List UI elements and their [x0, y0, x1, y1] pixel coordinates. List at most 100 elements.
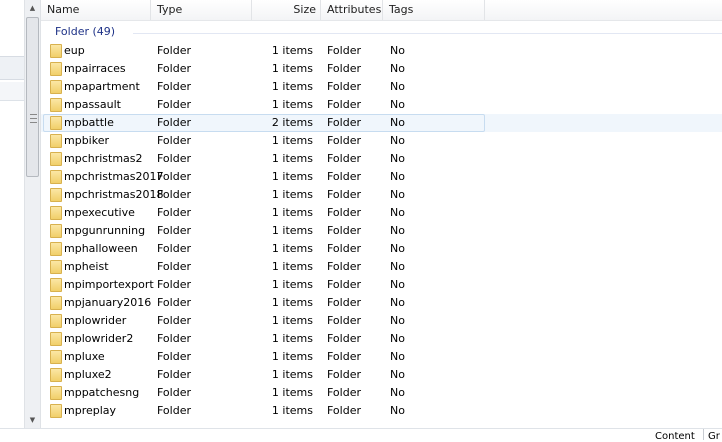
scroll-up-arrow-icon[interactable]: ▲ [25, 0, 40, 16]
file-tags: No [390, 368, 405, 381]
table-row[interactable]: mpchristmas2 Folder 1 items Folder No [41, 150, 722, 168]
file-tags: No [390, 206, 405, 219]
folder-icon [50, 368, 62, 382]
file-name: mpgunrunning [64, 224, 146, 237]
nav-pane-item[interactable] [0, 56, 24, 80]
file-type: Folder [157, 404, 191, 417]
file-name: mphalloween [64, 242, 138, 255]
table-row[interactable]: mpheist Folder 1 items Folder No [41, 258, 722, 276]
file-type: Folder [157, 44, 191, 57]
file-name: mpassault [64, 98, 121, 111]
file-size: 1 items [271, 170, 313, 183]
table-row[interactable]: mpimportexport Folder 1 items Folder No [41, 276, 722, 294]
file-name: eup [64, 44, 85, 57]
file-tags: No [390, 260, 405, 273]
file-type: Folder [157, 188, 191, 201]
table-row[interactable]: mpexecutive Folder 1 items Folder No [41, 204, 722, 222]
table-row[interactable]: mplowrider2 Folder 1 items Folder No [41, 330, 722, 348]
folder-icon [50, 260, 62, 274]
file-size: 1 items [271, 188, 313, 201]
folder-icon [50, 116, 62, 130]
file-attributes: Folder [327, 170, 361, 183]
file-size: 1 items [271, 332, 313, 345]
table-row[interactable]: mppatchesng Folder 1 items Folder No [41, 384, 722, 402]
file-size: 1 items [271, 80, 313, 93]
file-tags: No [390, 224, 405, 237]
folder-icon [50, 170, 62, 184]
file-tags: No [390, 332, 405, 345]
file-type: Folder [157, 368, 191, 381]
tab-separator [703, 429, 704, 440]
file-tags: No [390, 62, 405, 75]
nav-pane-item[interactable] [0, 82, 24, 101]
file-size: 1 items [271, 152, 313, 165]
folder-icon [50, 242, 62, 256]
table-row[interactable]: mplowrider Folder 1 items Folder No [41, 312, 722, 330]
file-tags: No [390, 134, 405, 147]
file-name: mplowrider2 [64, 332, 134, 345]
table-row[interactable]: mpgunrunning Folder 1 items Folder No [41, 222, 722, 240]
column-header-size[interactable]: Size [252, 0, 321, 20]
file-type: Folder [157, 80, 191, 93]
file-attributes: Folder [327, 224, 361, 237]
column-header-attributes[interactable]: Attributes [321, 0, 383, 20]
table-row[interactable]: eup Folder 1 items Folder No [41, 42, 722, 60]
file-attributes: Folder [327, 188, 361, 201]
file-attributes: Folder [327, 134, 361, 147]
file-attributes: Folder [327, 332, 361, 345]
folder-icon [50, 350, 62, 364]
column-header-tags[interactable]: Tags [383, 0, 485, 20]
file-name: mpchristmas2017 [64, 170, 164, 183]
folder-icon [50, 62, 62, 76]
group-header[interactable]: Folder (49) [41, 22, 722, 42]
file-attributes: Folder [327, 152, 361, 165]
column-header-type[interactable]: Type [151, 0, 252, 20]
file-rows: eup Folder 1 items Folder No mpairraces Folder… [41, 42, 722, 420]
table-row[interactable]: mpbattle Folder 2 items Folder No [41, 114, 722, 132]
table-row[interactable]: mpluxe2 Folder 1 items Folder No [41, 366, 722, 384]
table-row[interactable]: mpjanuary2016 Folder 1 items Folder No [41, 294, 722, 312]
file-tags: No [390, 98, 405, 111]
folder-icon [50, 188, 62, 202]
table-row[interactable]: mpbiker Folder 1 items Folder No [41, 132, 722, 150]
file-name: mplowrider [64, 314, 127, 327]
column-header-name[interactable]: Name [41, 0, 151, 20]
file-size: 1 items [271, 278, 313, 291]
table-row[interactable]: mpapartment Folder 1 items Folder No [41, 78, 722, 96]
file-size: 1 items [271, 386, 313, 399]
navigation-pane[interactable] [0, 0, 24, 439]
file-attributes: Folder [327, 386, 361, 399]
file-attributes: Folder [327, 368, 361, 381]
table-row[interactable]: mpchristmas2017 Folder 1 items Folder No [41, 168, 722, 186]
file-type: Folder [157, 116, 191, 129]
table-row[interactable]: mpairraces Folder 1 items Folder No [41, 60, 722, 78]
file-attributes: Folder [327, 206, 361, 219]
file-tags: No [390, 242, 405, 255]
tab-content[interactable]: Content [655, 431, 695, 442]
file-attributes: Folder [327, 296, 361, 309]
file-name: mpchristmas2018 [64, 188, 164, 201]
scrollbar-thumb[interactable] [26, 17, 39, 177]
table-row[interactable]: mpluxe Folder 1 items Folder No [41, 348, 722, 366]
tab-gr[interactable]: Gr [708, 431, 720, 442]
folder-icon [50, 314, 62, 328]
file-tags: No [390, 350, 405, 363]
file-name: mpchristmas2 [64, 152, 143, 165]
file-type: Folder [157, 152, 191, 165]
folder-icon [50, 386, 62, 400]
file-list-view[interactable]: Name Type Size Attributes Tags Folder (4… [41, 0, 722, 428]
file-name: mpreplay [64, 404, 117, 417]
group-label[interactable]: Folder (49) [55, 25, 115, 38]
table-row[interactable]: mphalloween Folder 1 items Folder No [41, 240, 722, 258]
file-type: Folder [157, 296, 191, 309]
scroll-down-arrow-icon[interactable]: ▼ [25, 412, 40, 428]
file-tags: No [390, 80, 405, 93]
vertical-scrollbar[interactable]: ▲ ▼ [24, 0, 41, 428]
table-row[interactable]: mpchristmas2018 Folder 1 items Folder No [41, 186, 722, 204]
file-attributes: Folder [327, 80, 361, 93]
file-type: Folder [157, 386, 191, 399]
folder-icon [50, 332, 62, 346]
table-row[interactable]: mpassault Folder 1 items Folder No [41, 96, 722, 114]
table-row[interactable]: mpreplay Folder 1 items Folder No [41, 402, 722, 420]
file-size: 2 items [271, 116, 313, 129]
